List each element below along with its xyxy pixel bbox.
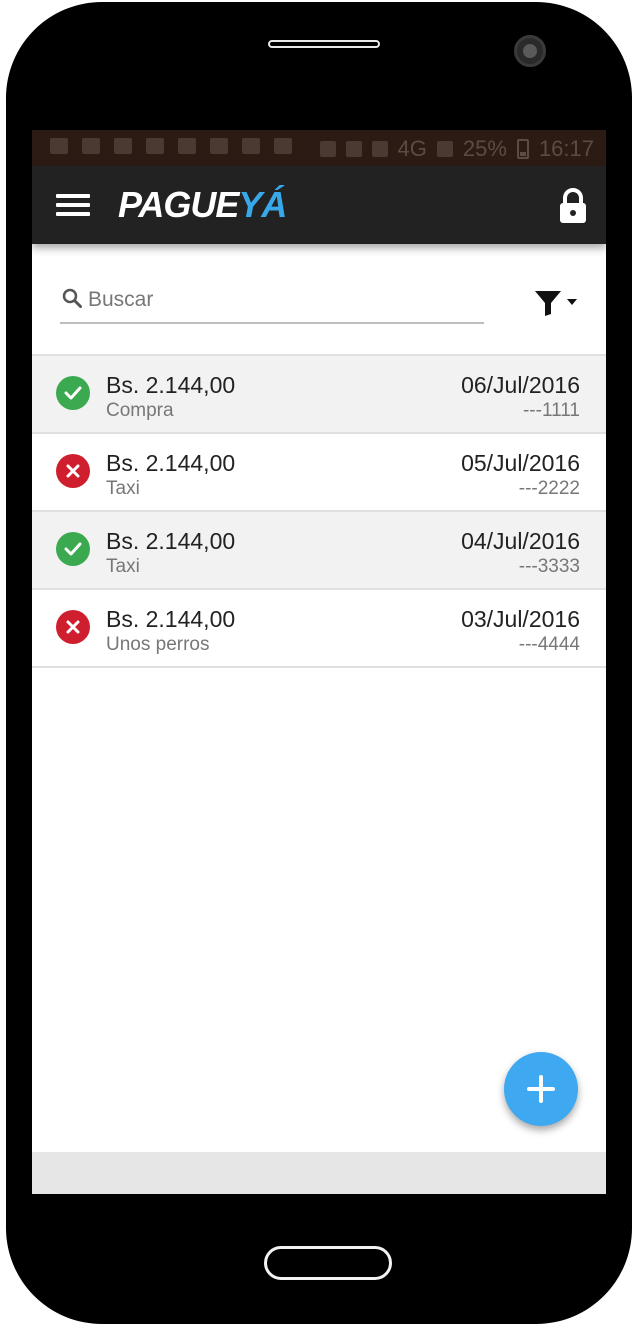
search-input[interactable] bbox=[86, 284, 480, 316]
app-bar: PAGUEYÁ bbox=[32, 166, 606, 244]
transaction-reference: ---4444 bbox=[518, 634, 580, 655]
notification-icon bbox=[114, 138, 132, 154]
notification-icon bbox=[274, 138, 292, 154]
transaction-description: Unos perros bbox=[106, 634, 210, 655]
transaction-row[interactable]: Bs. 2.144,00 Taxi 04/Jul/2016 ---3333 bbox=[32, 512, 606, 590]
transaction-reference: ---1111 bbox=[522, 400, 580, 421]
transaction-reference: ---2222 bbox=[518, 478, 580, 499]
transaction-row[interactable]: Bs. 2.144,00 Unos perros 03/Jul/2016 ---… bbox=[32, 590, 606, 668]
close-icon bbox=[66, 620, 80, 634]
transaction-date: 06/Jul/2016 bbox=[461, 372, 580, 398]
logo-text-ya: YÁ bbox=[238, 184, 287, 225]
notification-icon bbox=[210, 138, 228, 154]
battery-icon bbox=[516, 139, 529, 159]
search-field bbox=[60, 282, 484, 324]
phone-camera bbox=[514, 35, 546, 67]
app-logo: PAGUEYÁ bbox=[118, 184, 287, 226]
transaction-date: 03/Jul/2016 bbox=[461, 606, 580, 632]
signal-icon bbox=[436, 141, 453, 157]
clock: 16:17 bbox=[538, 136, 594, 161]
transaction-list: Bs. 2.144,00 Compra 06/Jul/2016 ---1111 … bbox=[32, 354, 606, 668]
search-icon bbox=[62, 288, 82, 308]
transaction-description: Taxi bbox=[106, 478, 140, 499]
app-screen: 4G 25% 16:17 PAGUEYÁ Buscar Bs. 2.144,00… bbox=[32, 130, 606, 1194]
battery-percent: 25% bbox=[462, 136, 507, 161]
home-button[interactable] bbox=[264, 1246, 392, 1280]
transaction-amount: Bs. 2.144,00 bbox=[106, 528, 236, 554]
check-icon bbox=[64, 386, 82, 400]
notification-icon bbox=[146, 138, 164, 154]
close-icon bbox=[66, 464, 80, 478]
notification-icon bbox=[242, 138, 260, 154]
notification-icon bbox=[82, 138, 100, 154]
add-transaction-button[interactable] bbox=[504, 1052, 578, 1126]
search-bar bbox=[32, 244, 606, 354]
filter-icon[interactable] bbox=[532, 288, 580, 318]
transaction-reference: ---3333 bbox=[518, 556, 580, 577]
network-type: 4G bbox=[397, 136, 427, 161]
approved-status bbox=[56, 532, 90, 566]
rejected-status bbox=[56, 454, 90, 488]
rejected-status bbox=[56, 610, 90, 644]
bluetooth-icon bbox=[345, 141, 362, 157]
transaction-date: 05/Jul/2016 bbox=[461, 450, 580, 476]
lock-icon[interactable] bbox=[558, 188, 588, 224]
check-icon bbox=[64, 542, 82, 556]
phone-speaker bbox=[268, 40, 380, 48]
bottom-panel bbox=[32, 1152, 606, 1194]
status-bar: 4G 25% 16:17 bbox=[32, 130, 606, 166]
notification-icons bbox=[50, 138, 292, 154]
transaction-description: Compra bbox=[106, 400, 174, 421]
transaction-description: Taxi bbox=[106, 556, 140, 577]
transaction-amount: Bs. 2.144,00 bbox=[106, 606, 236, 632]
transaction-amount: Bs. 2.144,00 bbox=[106, 450, 236, 476]
location-icon bbox=[319, 141, 336, 157]
transaction-row[interactable]: Bs. 2.144,00 Compra 06/Jul/2016 ---1111 bbox=[32, 356, 606, 434]
system-status: 4G 25% 16:17 bbox=[319, 136, 594, 162]
approved-status bbox=[56, 376, 90, 410]
plus-icon bbox=[527, 1075, 555, 1103]
notification-icon bbox=[178, 138, 196, 154]
notification-icon bbox=[50, 138, 68, 154]
mute-icon bbox=[371, 141, 388, 157]
transaction-amount: Bs. 2.144,00 bbox=[106, 372, 236, 398]
transaction-row[interactable]: Bs. 2.144,00 Taxi 05/Jul/2016 ---2222 bbox=[32, 434, 606, 512]
hamburger-icon[interactable] bbox=[56, 194, 90, 216]
logo-text-pague: PAGUE bbox=[118, 184, 239, 225]
transaction-date: 04/Jul/2016 bbox=[461, 528, 580, 554]
